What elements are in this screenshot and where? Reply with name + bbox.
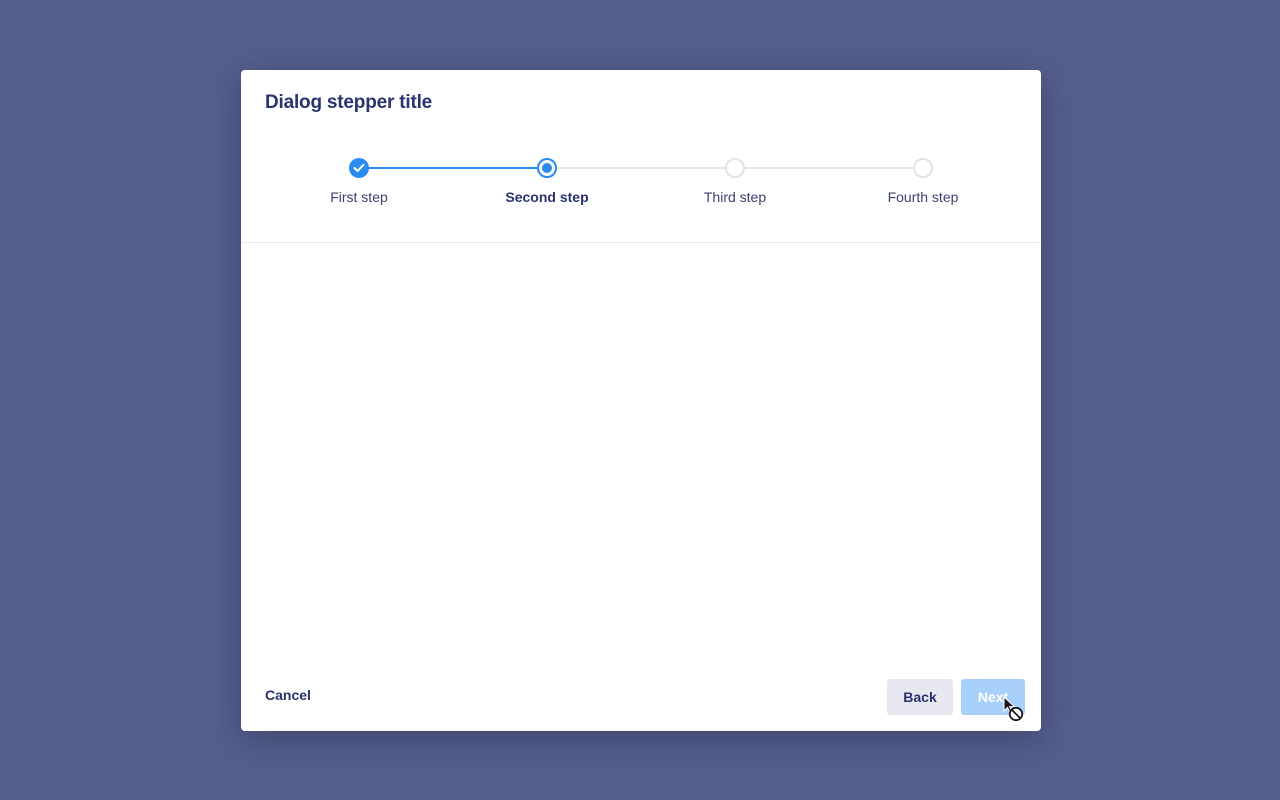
dialog-content [241, 243, 1041, 663]
back-button[interactable]: Back [887, 679, 953, 715]
not-allowed-cursor-icon [1003, 696, 1024, 722]
check-icon [353, 163, 365, 172]
step-current-indicator [537, 158, 557, 178]
step-label: Second step [505, 189, 589, 205]
step-label: Third step [703, 189, 767, 205]
step-first[interactable]: First step [279, 158, 439, 205]
step-fourth[interactable]: Fourth step [843, 158, 1003, 205]
step-label: First step [330, 189, 388, 205]
dialog-title: Dialog stepper title [265, 92, 433, 113]
step-current-dot [542, 163, 552, 173]
step-second[interactable]: Second step [467, 158, 627, 205]
step-completed-indicator [349, 158, 369, 178]
step-third[interactable]: Third step [655, 158, 815, 205]
step-label: Fourth step [887, 189, 959, 205]
step-upcoming-indicator [725, 158, 745, 178]
dialog: Dialog stepper title First step Second s… [241, 70, 1041, 731]
step-upcoming-indicator [913, 158, 933, 178]
stepper: First step Second step Third step Fourth… [241, 158, 1041, 218]
cancel-button[interactable]: Cancel [265, 687, 311, 703]
